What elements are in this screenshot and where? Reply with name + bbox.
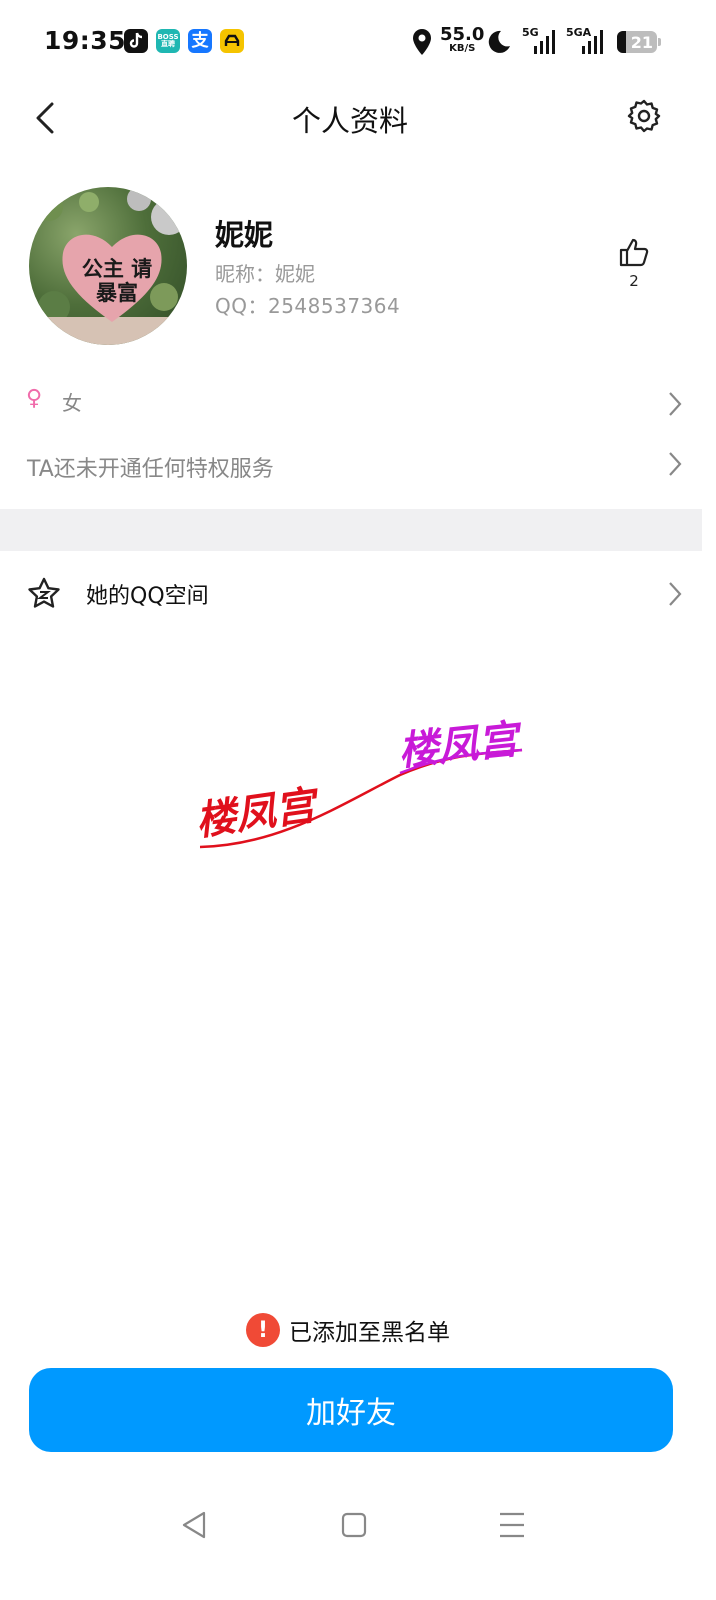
chevron-right-icon bbox=[669, 452, 682, 476]
like-count: 2 bbox=[629, 272, 639, 290]
douyin-app-icon bbox=[124, 29, 148, 53]
triangle-back-icon[interactable] bbox=[176, 1508, 216, 1542]
net-speed: 55.0 KB/S bbox=[440, 24, 485, 54]
section-divider bbox=[0, 509, 702, 551]
thumbs-up-icon bbox=[619, 238, 649, 267]
moon-icon bbox=[486, 29, 512, 59]
warning-icon: ! bbox=[246, 1313, 280, 1347]
alipay-app-icon: 支 bbox=[188, 29, 212, 53]
watermark-text-1: 楼凤宫 bbox=[193, 782, 323, 845]
display-name: 妮妮 bbox=[215, 218, 274, 252]
signal-icon-2 bbox=[576, 30, 606, 54]
status-bar: 19:35 BOSS 直聘 支 55.0 KB/S 5G 5GA 21 bbox=[0, 0, 716, 84]
square-home-icon[interactable] bbox=[334, 1508, 374, 1542]
watermark-text-2: 楼凤宫 bbox=[396, 716, 525, 775]
boss-app-icon: BOSS 直聘 bbox=[156, 29, 180, 53]
signal-icon bbox=[530, 30, 556, 54]
gender-row[interactable] bbox=[0, 375, 700, 430]
qzone-label: 她的QQ空间 bbox=[86, 584, 209, 609]
status-time: 19:35 bbox=[44, 26, 127, 55]
like-button[interactable]: 2 bbox=[612, 236, 656, 296]
car-app-icon bbox=[220, 29, 244, 53]
avatar[interactable]: 公主 请暴富 bbox=[29, 187, 187, 345]
add-friend-button[interactable]: 加好友 bbox=[29, 1368, 673, 1452]
blacklist-notice: ! 已添加至黑名单 bbox=[246, 1312, 450, 1348]
gear-icon bbox=[627, 99, 661, 133]
nickname-label: 昵称：妮妮 bbox=[215, 262, 315, 286]
privilege-label: TA还未开通任何特权服务 bbox=[27, 457, 274, 482]
battery-icon: 21 bbox=[617, 31, 661, 53]
menu-lines-icon[interactable] bbox=[492, 1508, 532, 1542]
chevron-right-icon bbox=[669, 392, 682, 416]
gender-label: 女 bbox=[62, 391, 82, 415]
settings-button[interactable] bbox=[626, 98, 662, 134]
avatar-caption: 公主 请暴富 bbox=[81, 256, 153, 305]
watermark: 楼凤宫 楼凤宫 bbox=[193, 716, 525, 849]
chevron-right-icon bbox=[669, 582, 682, 606]
qq-number[interactable]: QQ：2548537364 bbox=[215, 290, 400, 319]
qzone-star-icon bbox=[28, 577, 60, 608]
female-icon: ♀ bbox=[26, 386, 43, 411]
battery-level: 21 bbox=[630, 32, 653, 52]
page-title: 个人资料 bbox=[291, 104, 408, 138]
location-icon bbox=[411, 28, 433, 60]
blacklist-notice-text: 已添加至黑名单 bbox=[289, 1320, 450, 1346]
